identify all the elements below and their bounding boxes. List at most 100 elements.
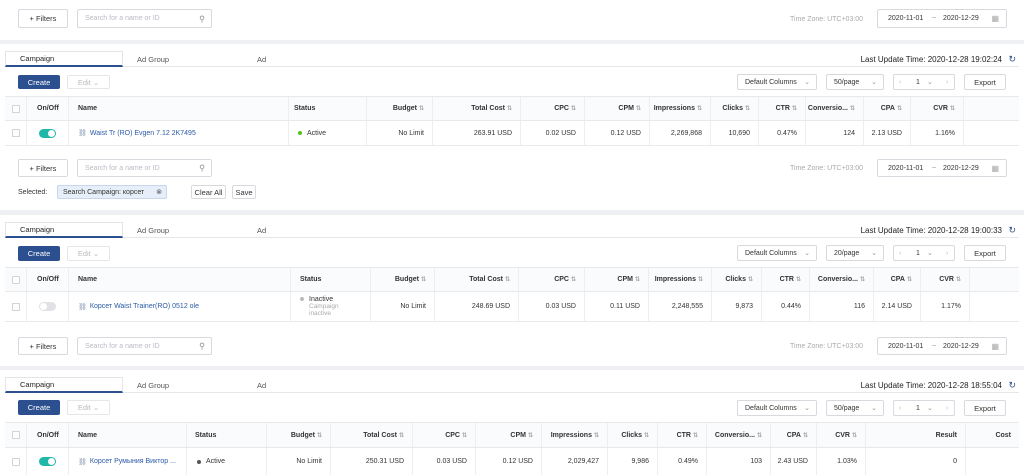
prev-page-icon[interactable]: ‹: [899, 79, 901, 86]
clear-all-button[interactable]: Clear All: [191, 185, 226, 199]
edit-button[interactable]: Edit ⌄: [67, 246, 110, 261]
row-checkbox[interactable]: [11, 457, 20, 466]
header-impressions[interactable]: Impressions ⇅: [650, 97, 711, 120]
header-budget[interactable]: Budget ⇅: [267, 423, 331, 447]
search-input[interactable]: Search for a name or ID ⚲: [77, 159, 212, 177]
refresh-icon[interactable]: ↻: [1008, 380, 1016, 391]
page-number[interactable]: 1: [916, 405, 920, 412]
header-impressions[interactable]: Impressions ⇅: [649, 268, 712, 291]
prev-page-icon[interactable]: ‹: [899, 250, 901, 257]
header-impressions[interactable]: Impressions ⇅: [542, 423, 608, 447]
header-cpm[interactable]: CPM ⇅: [476, 423, 542, 447]
select-all-checkbox[interactable]: [11, 275, 20, 284]
header-cpa[interactable]: CPA ⇅: [771, 423, 817, 447]
header-total-cost[interactable]: Total Cost ⇅: [435, 268, 519, 291]
sort-icon: ⇅: [756, 432, 762, 439]
campaign-name-link[interactable]: Корсет Waist Trainer(RO) 0512 ole: [90, 303, 199, 310]
save-filter-button[interactable]: Save: [232, 185, 256, 199]
refresh-icon[interactable]: ↻: [1008, 225, 1016, 236]
search-input[interactable]: Search for a name or ID ⚲: [77, 337, 212, 355]
default-columns-select[interactable]: Default Columns ⌄: [737, 400, 817, 416]
header-cpc[interactable]: CPC ⇅: [519, 268, 585, 291]
tab-campaign[interactable]: Campaign: [5, 377, 123, 393]
tab-campaign[interactable]: Campaign: [5, 222, 123, 238]
search-icon[interactable]: ⚲: [199, 164, 205, 173]
tab-ad[interactable]: Ad: [243, 222, 363, 238]
page-number[interactable]: 1: [916, 79, 920, 86]
header-clicks[interactable]: Clicks ⇅: [608, 423, 658, 447]
prev-page-icon[interactable]: ‹: [899, 405, 901, 412]
date-range-picker[interactable]: 2020-11-01 ~2020-12-29 ▦: [877, 9, 1007, 28]
header-total-cost[interactable]: Total Cost ⇅: [331, 423, 413, 447]
create-button[interactable]: Create: [18, 400, 60, 415]
page-number[interactable]: 1: [916, 250, 920, 257]
default-columns-select[interactable]: Default Columns ⌄: [737, 245, 817, 261]
export-button[interactable]: Export: [964, 400, 1006, 416]
header-cpc[interactable]: CPC ⇅: [413, 423, 476, 447]
header-budget[interactable]: Budget ⇅: [371, 268, 435, 291]
export-button[interactable]: Export: [964, 245, 1006, 261]
header-cpa[interactable]: CPA ⇅: [864, 97, 911, 120]
row-checkbox[interactable]: [11, 129, 20, 137]
on-off-toggle[interactable]: [39, 302, 56, 311]
campaign-name-link[interactable]: Waist Tr (RO) Evgen 7.12 2K7495: [90, 130, 196, 137]
header-cvr[interactable]: CVR ⇅: [911, 97, 964, 120]
row-checkbox[interactable]: [11, 302, 20, 311]
header-cpm[interactable]: CPM ⇅: [585, 97, 650, 120]
header-clicks[interactable]: Clicks ⇅: [711, 97, 759, 120]
header-cvr[interactable]: CVR ⇅: [817, 423, 866, 447]
on-off-toggle[interactable]: [39, 457, 56, 466]
header-cpm-label: CPM: [510, 431, 526, 439]
header-ctr[interactable]: CTR ⇅: [658, 423, 707, 447]
on-off-toggle[interactable]: [39, 128, 56, 138]
refresh-icon[interactable]: ↻: [1008, 54, 1016, 65]
header-ctr[interactable]: CTR ⇅: [762, 268, 810, 291]
next-page-icon[interactable]: ›: [946, 79, 948, 86]
search-icon[interactable]: ⚲: [199, 14, 205, 23]
header-clicks[interactable]: Clicks ⇅: [712, 268, 762, 291]
header-cvr[interactable]: CVR ⇅: [921, 268, 970, 291]
search-input[interactable]: Search for a name or ID ⚲: [77, 9, 212, 28]
select-all-checkbox[interactable]: [11, 104, 20, 113]
tab-ad[interactable]: Ad: [243, 51, 363, 67]
create-button[interactable]: Create: [18, 75, 60, 89]
date-range-picker[interactable]: 2020-11-01 ~2020-12-29 ▦: [877, 159, 1007, 177]
next-page-icon[interactable]: ›: [946, 405, 948, 412]
header-total-cost[interactable]: Total Cost ⇅: [433, 97, 521, 120]
edit-button[interactable]: Edit ⌄: [67, 75, 110, 89]
default-columns-select[interactable]: Default Columns ⌄: [737, 74, 817, 90]
create-button[interactable]: Create: [18, 246, 60, 261]
filter-chip[interactable]: Search Campaign: корсет ⊗: [57, 185, 167, 199]
header-conversions[interactable]: Conversio... ⇅: [707, 423, 771, 447]
header-budget[interactable]: Budget ⇅: [367, 97, 433, 120]
date-range-picker[interactable]: 2020-11-01 ~2020-12-29 ▦: [877, 337, 1007, 355]
edit-button[interactable]: Edit ⌄: [67, 400, 110, 415]
filters-button[interactable]: + Filters: [18, 337, 68, 355]
pagination[interactable]: ‹ 1 ⌄ ›: [893, 400, 955, 416]
header-conversions[interactable]: Conversio... ⇅: [810, 268, 874, 291]
page-size-select[interactable]: 20/page ⌄: [826, 245, 884, 261]
select-all-checkbox[interactable]: [11, 431, 20, 439]
tab-campaign[interactable]: Campaign: [5, 51, 123, 67]
filters-button[interactable]: + Filters: [18, 9, 68, 28]
tab-ad-group[interactable]: Ad Group: [123, 222, 243, 238]
pagination[interactable]: ‹ 1 ⌄ ›: [893, 74, 955, 90]
header-conversions[interactable]: Conversio... ⇅: [806, 97, 864, 120]
page-size-select[interactable]: 50/page ⌄: [826, 74, 884, 90]
campaign-name-link[interactable]: Корсет Румыния Виктор ...: [90, 458, 176, 465]
header-ctr[interactable]: CTR ⇅: [759, 97, 806, 120]
header-cpa[interactable]: CPA ⇅: [874, 268, 921, 291]
close-icon[interactable]: ⊗: [156, 188, 162, 196]
tab-ad[interactable]: Ad: [243, 377, 363, 393]
page-size-select[interactable]: 50/page ⌄: [826, 400, 884, 416]
search-icon[interactable]: ⚲: [199, 342, 205, 351]
tab-ad-group[interactable]: Ad Group: [123, 51, 243, 67]
tab-ad-group[interactable]: Ad Group: [123, 377, 243, 393]
sort-icon: ⇅: [461, 432, 467, 439]
export-button[interactable]: Export: [964, 74, 1006, 90]
header-cpc[interactable]: CPC ⇅: [521, 97, 585, 120]
header-cpm[interactable]: CPM ⇅: [585, 268, 649, 291]
filters-button[interactable]: + Filters: [18, 159, 68, 177]
next-page-icon[interactable]: ›: [946, 250, 948, 257]
pagination[interactable]: ‹ 1 ⌄ ›: [893, 245, 955, 261]
